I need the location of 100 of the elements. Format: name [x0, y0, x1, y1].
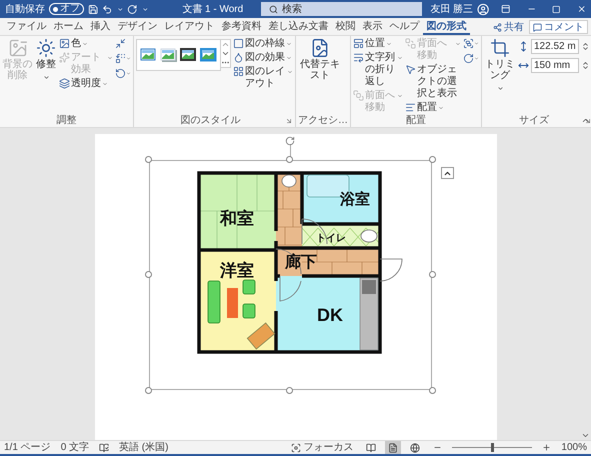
ribbon-icon-button[interactable]: [463, 38, 479, 49]
bring-forward-icon: [353, 90, 364, 101]
resize-handle[interactable]: [429, 156, 436, 163]
zoom-in-icon[interactable]: [542, 443, 552, 452]
word-count[interactable]: 0 文字: [60, 440, 90, 455]
view-button[interactable]: [385, 441, 402, 454]
ribbon-large-button[interactable]: 代替テキスト: [298, 36, 342, 114]
language-status[interactable]: 英語 (米国): [119, 440, 168, 455]
scroll-down-icon[interactable]: [221, 49, 230, 58]
picture-icon: [8, 38, 28, 58]
maximize-icon[interactable]: [552, 4, 561, 14]
ribbon-icon-button[interactable]: [115, 53, 131, 64]
ribbon-tab[interactable]: 挿入: [87, 19, 114, 35]
resize-handle[interactable]: [145, 387, 152, 394]
picture-text-icon: [310, 38, 330, 58]
style-thumbnail[interactable]: [140, 48, 157, 62]
search-icon: [269, 4, 278, 14]
ribbon-button[interactable]: 色: [59, 38, 113, 50]
avatar-icon[interactable]: [477, 2, 490, 16]
caret-icon: [107, 55, 113, 61]
group-label: 調整: [56, 114, 78, 128]
focus-button[interactable]: フォーカス: [291, 440, 354, 455]
ribbon-button[interactable]: 文字列の折り返し: [353, 52, 403, 88]
book-icon: [366, 442, 376, 452]
spinner-icon[interactable]: [581, 42, 590, 51]
room-label: 洋室: [220, 261, 254, 280]
ribbon-button[interactable]: オブジェクトの選択と表示: [405, 64, 461, 100]
page-count[interactable]: 1/1 ページ: [4, 440, 51, 455]
globe-icon: [410, 442, 420, 452]
scroll-down-icon[interactable]: [581, 431, 590, 440]
align-icon: [405, 102, 416, 113]
caret-icon: [474, 56, 479, 61]
ribbon-button[interactable]: 図の効果: [233, 52, 293, 64]
room-label: 浴室: [340, 191, 370, 208]
ribbon-button[interactable]: 図の枠線: [233, 38, 293, 50]
style-thumbnail[interactable]: [200, 48, 217, 62]
selection-frame[interactable]: [149, 160, 432, 390]
ribbon-tab[interactable]: レイアウト: [161, 19, 218, 35]
ribbon-tab[interactable]: 校閲: [332, 19, 359, 35]
style-thumbnail[interactable]: [180, 48, 197, 62]
caret-icon: [286, 55, 292, 61]
resize-handle[interactable]: [429, 387, 436, 394]
ribbon-large-button[interactable]: 修整: [35, 36, 57, 114]
autosave-toggle[interactable]: オフ: [49, 3, 84, 15]
room-label: 廊下: [285, 254, 317, 271]
rotate-handle-icon[interactable]: [285, 136, 295, 146]
grid-icon: [233, 66, 244, 77]
door-swing: [276, 248, 302, 274]
zoom-level[interactable]: 100%: [561, 440, 587, 455]
sink: [282, 174, 296, 188]
caret-icon: [286, 41, 292, 47]
search-field[interactable]: 検索: [261, 2, 422, 16]
wrap-text-icon: [353, 52, 364, 63]
height-field[interactable]: 122.52 m: [531, 39, 579, 54]
chair: [242, 304, 256, 318]
ribbon-tab[interactable]: 差し込み文書: [265, 19, 332, 35]
ribbon-tab[interactable]: ファイル: [3, 19, 50, 35]
ribbon-tab[interactable]: 参考資料: [218, 19, 265, 35]
comment-button[interactable]: コメント: [529, 20, 588, 34]
ribbon-icon-button[interactable]: [115, 68, 131, 79]
ribbon-button[interactable]: 図のレイアウト: [233, 66, 293, 90]
zoom-slider-thumb[interactable]: [490, 443, 494, 452]
ribbon-display-icon[interactable]: [501, 4, 511, 14]
close-icon[interactable]: [576, 4, 586, 14]
launcher-icon[interactable]: [584, 116, 591, 124]
redo-icon[interactable]: [127, 4, 138, 14]
group-label: 図のスタイル: [180, 114, 242, 128]
ribbon-button[interactable]: 位置: [353, 38, 403, 50]
ribbon-icon-button[interactable]: [463, 53, 479, 64]
proofing-icon[interactable]: [99, 442, 110, 452]
ribbon-large-button[interactable]: トリミング: [484, 36, 516, 114]
save-icon[interactable]: [88, 4, 98, 14]
caret-icon[interactable]: [116, 6, 124, 12]
stove: [362, 280, 376, 294]
resize-handle[interactable]: [145, 271, 152, 278]
user-name: 友田 勝三: [430, 2, 474, 16]
table: [227, 288, 238, 318]
horizontal-arrow-icon: [518, 60, 529, 71]
layout-options-button[interactable]: [441, 167, 454, 179]
ribbon-tab[interactable]: ホーム: [50, 19, 87, 35]
resize-handle[interactable]: [286, 156, 293, 163]
share-button[interactable]: 共有: [490, 20, 527, 34]
resize-handle[interactable]: [145, 156, 152, 163]
ribbon-tab[interactable]: デザイン: [114, 19, 161, 35]
pointer-icon: [405, 64, 416, 75]
resize-handle[interactable]: [286, 387, 293, 394]
vertical-arrow-icon: [518, 41, 529, 52]
customize-icon[interactable]: [142, 6, 148, 12]
launcher-icon[interactable]: [285, 116, 293, 124]
ribbon-tab[interactable]: ヘルプ: [386, 19, 423, 35]
ribbon-button[interactable]: 透明度: [59, 78, 113, 90]
replace-icon: [115, 53, 126, 64]
ribbon-tab[interactable]: 表示: [359, 19, 386, 35]
droplet-icon: [233, 52, 244, 63]
ribbon-button[interactable]: 配置: [405, 102, 461, 114]
spinner-icon[interactable]: [581, 61, 590, 70]
undo-icon[interactable]: [102, 4, 113, 14]
resize-handle[interactable]: [429, 271, 436, 278]
focus-icon: [291, 442, 302, 452]
width-field[interactable]: 150 mm: [531, 58, 579, 73]
